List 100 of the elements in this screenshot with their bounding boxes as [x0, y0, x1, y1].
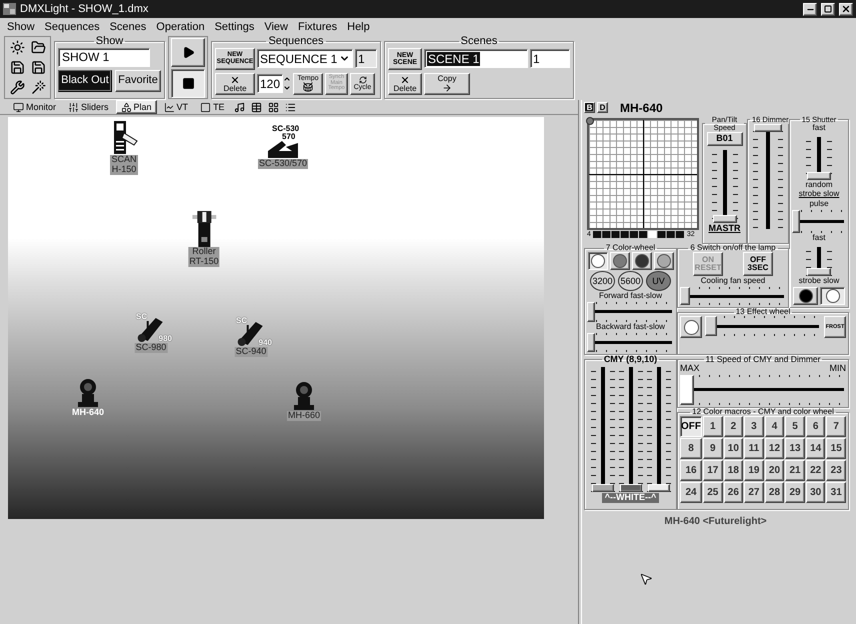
moving-head-icon[interactable]	[77, 378, 99, 408]
moving-head-icon[interactable]	[293, 381, 315, 411]
color-macro-button[interactable]: 21	[785, 460, 805, 482]
show-name-field[interactable]: SHOW 1	[58, 48, 150, 67]
menu-item[interactable]: Fixtures	[293, 21, 342, 33]
menu-item[interactable]: Sequences	[40, 21, 105, 33]
tempo-field[interactable]: 120	[257, 74, 283, 94]
menu-item[interactable]: Operation	[151, 21, 210, 33]
xy-pad[interactable]	[587, 118, 699, 230]
color-macro-button[interactable]: 4	[764, 416, 784, 438]
slider-thumb[interactable]	[712, 214, 736, 223]
position-marker[interactable]	[586, 117, 594, 125]
color-macro-button[interactable]: 6	[806, 416, 826, 438]
slider-thumb[interactable]	[592, 484, 614, 492]
gobo-button[interactable]	[680, 316, 702, 338]
color-macro-button[interactable]: 25	[703, 482, 723, 504]
fixture-name: MH-640	[620, 100, 663, 114]
color-macro-button[interactable]: 27	[744, 482, 764, 504]
color-macro-button[interactable]: 29	[785, 482, 805, 504]
drum-icon	[303, 82, 313, 92]
color-macro-button[interactable]: 3	[744, 416, 764, 438]
menu-item[interactable]: View	[259, 21, 293, 33]
color-macro-button[interactable]: 24	[680, 482, 702, 504]
mode-tab[interactable]: B	[584, 102, 595, 113]
delete-scene-button[interactable]: Delete	[388, 72, 422, 95]
sequence-number-field[interactable]: 1	[355, 49, 377, 68]
color-macro-button[interactable]: 11	[744, 438, 764, 460]
sequence-select[interactable]: SEQUENCE 1	[257, 49, 353, 68]
color-macro-button[interactable]: 9	[703, 438, 723, 460]
menu-item[interactable]: Help	[342, 21, 375, 33]
slider-thumb[interactable]	[587, 302, 595, 322]
lamp-off-button[interactable]: OFF 3SEC	[743, 252, 773, 276]
color-macro-button[interactable]: 28	[764, 482, 784, 504]
filter-button[interactable]: 3200	[590, 271, 615, 292]
filter-button[interactable]: 5600	[618, 271, 643, 292]
strobe-link[interactable]: strobe slow	[798, 190, 840, 200]
horizontal-slider[interactable]	[705, 316, 821, 336]
view-tab[interactable]: Plan	[116, 100, 157, 114]
color-macro-button[interactable]: 1	[703, 416, 723, 438]
strobe-button[interactable]	[820, 287, 845, 305]
color-macro-button[interactable]: 20	[764, 460, 784, 482]
color-macro-button[interactable]: 2	[724, 416, 744, 438]
view-tab[interactable]: Sliders	[63, 100, 114, 114]
fixture-label: SCAN H-150	[110, 155, 138, 175]
color-macro-button[interactable]: 8	[680, 438, 702, 460]
slider-thumb[interactable]	[807, 172, 831, 180]
slider-thumb[interactable]	[680, 374, 694, 405]
color-macro-button[interactable]: 19	[744, 460, 764, 482]
color-macro-button[interactable]: 12	[764, 438, 784, 460]
menu-item[interactable]: Show	[2, 21, 40, 33]
color-macro-button[interactable]: 17	[703, 460, 723, 482]
scene-number-field[interactable]: 1	[530, 49, 570, 68]
color-macro-button[interactable]: 7	[826, 416, 846, 438]
group-label: CMY (8,9,10)	[602, 355, 658, 364]
slider-thumb[interactable]	[807, 268, 831, 276]
slider-thumb[interactable]	[680, 287, 690, 305]
shutter-label: fast	[812, 234, 826, 244]
favorite-button[interactable]: Favorite	[115, 70, 161, 92]
play-button[interactable]	[171, 38, 205, 66]
stop-button[interactable]	[171, 68, 205, 98]
color-button[interactable]	[588, 252, 608, 270]
view-tab[interactable]: TE	[195, 100, 230, 114]
roller-icon[interactable]	[192, 211, 216, 247]
color-macro-button[interactable]: 31	[826, 482, 846, 504]
view-tab[interactable]: Monitor	[8, 100, 62, 114]
close-button[interactable]	[839, 2, 853, 16]
color-macro-button[interactable]: 14	[806, 438, 826, 460]
horizontal-slider[interactable]	[680, 287, 786, 305]
color-macro-button[interactable]: 10	[724, 438, 744, 460]
color-macro-button[interactable]: 13	[785, 438, 805, 460]
maximize-button[interactable]	[821, 2, 835, 16]
color-macro-button[interactable]: 15	[826, 438, 846, 460]
horizontal-slider[interactable]	[680, 374, 846, 405]
slider-thumb[interactable]	[705, 316, 717, 336]
menu-item[interactable]: Scenes	[104, 21, 152, 33]
delete-sequence-button[interactable]: Delete	[215, 72, 255, 95]
blackout-button[interactable]: Black Out	[58, 70, 112, 92]
horizontal-slider[interactable]	[587, 332, 674, 352]
minimize-button[interactable]	[803, 2, 817, 16]
view-tab[interactable]: VT	[158, 100, 194, 114]
folder-icon	[30, 40, 46, 55]
scene-name-field[interactable]: SCENE 1	[424, 49, 528, 68]
slider-thumb[interactable]	[648, 484, 670, 492]
color-macro-button[interactable]: 26	[724, 482, 744, 504]
slider-thumb[interactable]	[587, 332, 595, 352]
slider-thumb[interactable]	[620, 484, 642, 492]
menu-item[interactable]: Settings	[210, 21, 260, 33]
color-macro-button[interactable]: 22	[806, 460, 826, 482]
color-macro-button[interactable]: 30	[806, 482, 826, 504]
color-macro-button[interactable]: 16	[680, 460, 702, 482]
color-macro-button[interactable]: 5	[785, 416, 805, 438]
mode-tab[interactable]: D	[597, 102, 608, 113]
copy-button[interactable]: Copy	[424, 72, 470, 95]
color-macro-button[interactable]: 23	[826, 460, 846, 482]
filter-button[interactable]: UV	[646, 271, 671, 292]
macro-button[interactable]: B01	[706, 132, 742, 146]
slider-thumb[interactable]	[792, 210, 800, 234]
color-macro-button[interactable]: 18	[724, 460, 744, 482]
cycle-icon	[358, 76, 366, 84]
slider-thumb[interactable]	[754, 124, 782, 132]
